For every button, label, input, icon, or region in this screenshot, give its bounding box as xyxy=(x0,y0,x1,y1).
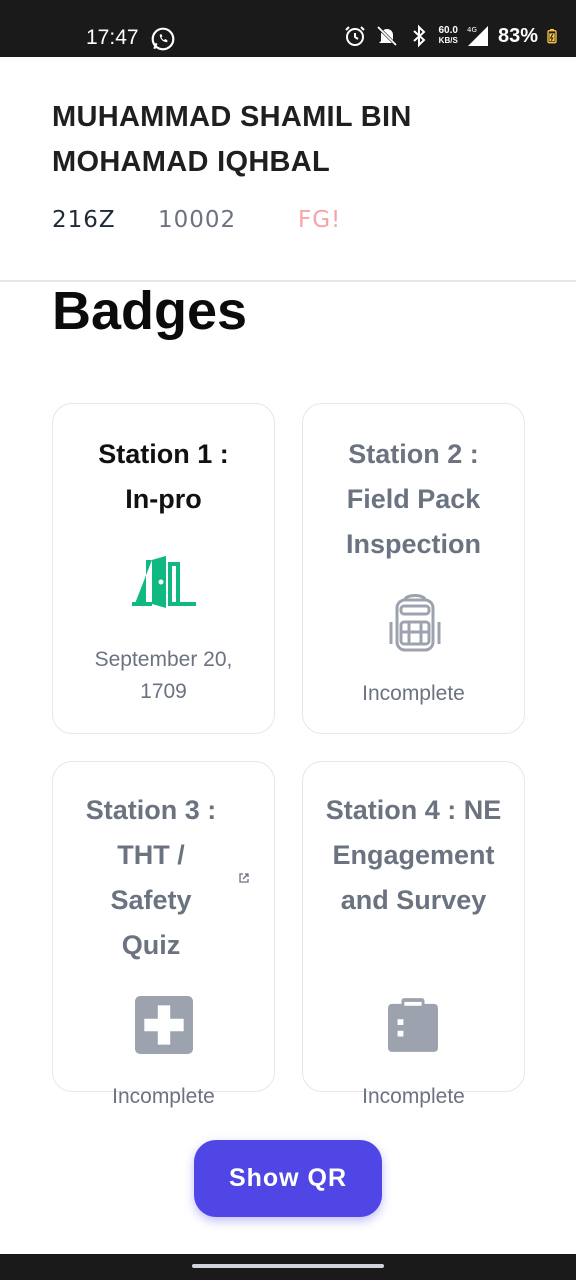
svg-text:4G: 4G xyxy=(467,26,477,34)
network-speed: 60.0 KB/S xyxy=(438,25,458,46)
badge-status: Incomplete xyxy=(362,1085,465,1108)
profile-header: MUHAMMAD SHAMIL BIN MOHAMAD IQHBAL 216Z … xyxy=(0,57,576,282)
badge-title: Station 4 : NE Engagement and Survey xyxy=(325,795,502,915)
external-link-icon[interactable] xyxy=(238,872,250,884)
system-nav-bar xyxy=(0,1254,576,1280)
page-title: Badges xyxy=(52,281,248,341)
badge-status: September 20, 1709 xyxy=(94,648,233,703)
bluetooth-icon xyxy=(412,24,425,48)
door-open-icon xyxy=(132,556,196,608)
battery-percent: 83% xyxy=(497,24,538,47)
badge-status: Incomplete xyxy=(362,682,465,705)
profile-unit: 216Z xyxy=(52,207,116,233)
first-aid-icon xyxy=(135,996,193,1054)
home-gesture-handle[interactable] xyxy=(192,1264,384,1268)
badge-title: Station 2 : Field Pack Inspection xyxy=(345,439,481,559)
status-bar: 17:47 60.0 KB/S 4G 83% xyxy=(0,0,576,57)
badge-card-station-2[interactable]: Station 2 : Field Pack Inspection Incomp… xyxy=(302,403,525,734)
badge-card-station-4[interactable]: Station 4 : NE Engagement and Survey Inc… xyxy=(302,761,525,1108)
signal-icon: 4G xyxy=(467,26,488,46)
clock: 17:47 xyxy=(86,26,139,49)
profile-number: 10002 xyxy=(158,207,237,233)
badge-title: Station 3 : THT / Safety Quiz xyxy=(85,795,217,960)
mute-icon xyxy=(376,25,397,47)
profile-flag: FG! xyxy=(298,207,342,233)
whatsapp-icon xyxy=(151,27,175,51)
alarm-icon xyxy=(344,26,365,46)
badge-title: Station 1 : In-pro xyxy=(98,439,229,514)
status-icons: 60.0 KB/S 4G 83% xyxy=(343,24,563,48)
show-qr-button[interactable]: Show QR xyxy=(194,1140,382,1217)
badge-card-station-1[interactable]: Station 1 : In-pro September 20, 1709 xyxy=(52,403,275,734)
badge-card-station-3[interactable]: Station 3 : THT / Safety Quiz Incomplete xyxy=(52,761,275,1108)
clipboard-icon xyxy=(388,998,438,1052)
profile-name: MUHAMMAD SHAMIL BIN MOHAMAD IQHBAL xyxy=(52,101,412,178)
badge-status: Incomplete xyxy=(112,1085,215,1108)
battery-icon xyxy=(547,29,557,44)
backpack-icon xyxy=(389,594,441,652)
